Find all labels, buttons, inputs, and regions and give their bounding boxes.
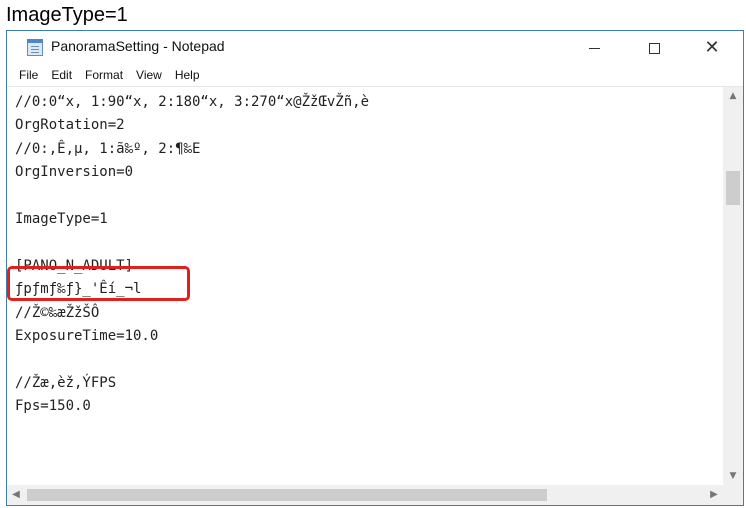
text-line: //Ž©‰æŽžŠÔ — [15, 304, 100, 321]
menu-help[interactable]: Help — [175, 68, 200, 82]
text-line: //Žæ,èž,ÝFPS — [15, 374, 117, 391]
text-content: //0:0“x, 1:90“x, 2:180“x, 3:270“x@ŽžŒvŽñ… — [15, 91, 369, 418]
text-line: //0:0“x, 1:90“x, 2:180“x, 3:270“x@ŽžŒvŽñ… — [15, 94, 370, 110]
close-button[interactable]: ✕ — [685, 31, 739, 64]
horizontal-scrollbar[interactable]: ◀ ▶ — [7, 485, 723, 505]
minimize-icon — [588, 47, 600, 49]
window-title: PanoramaSetting - Notepad — [51, 38, 225, 54]
notepad-window: PanoramaSetting - Notepad ✕ File Edit Fo… — [6, 30, 744, 506]
menu-edit[interactable]: Edit — [51, 68, 72, 82]
chevron-right-icon[interactable]: ▶ — [705, 485, 723, 505]
title-bar[interactable]: PanoramaSetting - Notepad ✕ — [7, 31, 743, 64]
menu-view[interactable]: View — [136, 68, 162, 82]
chevron-down-icon[interactable]: ▼ — [723, 467, 743, 485]
highlight-annotation — [7, 266, 190, 301]
text-line: OrgRotation=2 — [15, 117, 125, 134]
vertical-scroll-thumb[interactable] — [726, 171, 740, 205]
text-line: ExposureTime=10.0 — [15, 327, 159, 344]
menu-bar: File Edit Format View Help — [7, 64, 743, 87]
caption: ImageType=1 — [6, 4, 128, 26]
close-icon: ✕ — [704, 37, 720, 58]
text-line — [15, 185, 369, 208]
minimize-button[interactable] — [567, 31, 621, 64]
text-line: OrgInversion=0 — [15, 164, 134, 181]
scrollbar-corner — [723, 485, 743, 505]
maximize-icon — [648, 42, 660, 54]
vertical-scrollbar[interactable]: ▲ ▼ — [723, 87, 743, 485]
chevron-left-icon[interactable]: ◀ — [7, 485, 25, 505]
text-line: ImageType=1 — [15, 210, 108, 227]
notepad-icon — [27, 39, 43, 56]
text-line — [15, 231, 369, 254]
menu-format[interactable]: Format — [85, 68, 123, 82]
chevron-up-icon[interactable]: ▲ — [723, 87, 743, 105]
text-line: //0:,Ê,µ, 1:ã‰º, 2:¶‰E — [15, 140, 201, 157]
text-line — [15, 348, 369, 371]
text-line: Fps=150.0 — [15, 398, 91, 415]
horizontal-scroll-thumb[interactable] — [27, 489, 547, 501]
maximize-button[interactable] — [627, 31, 681, 64]
menu-file[interactable]: File — [19, 68, 38, 82]
text-editor[interactable]: //0:0“x, 1:90“x, 2:180“x, 3:270“x@ŽžŒvŽñ… — [7, 87, 723, 485]
